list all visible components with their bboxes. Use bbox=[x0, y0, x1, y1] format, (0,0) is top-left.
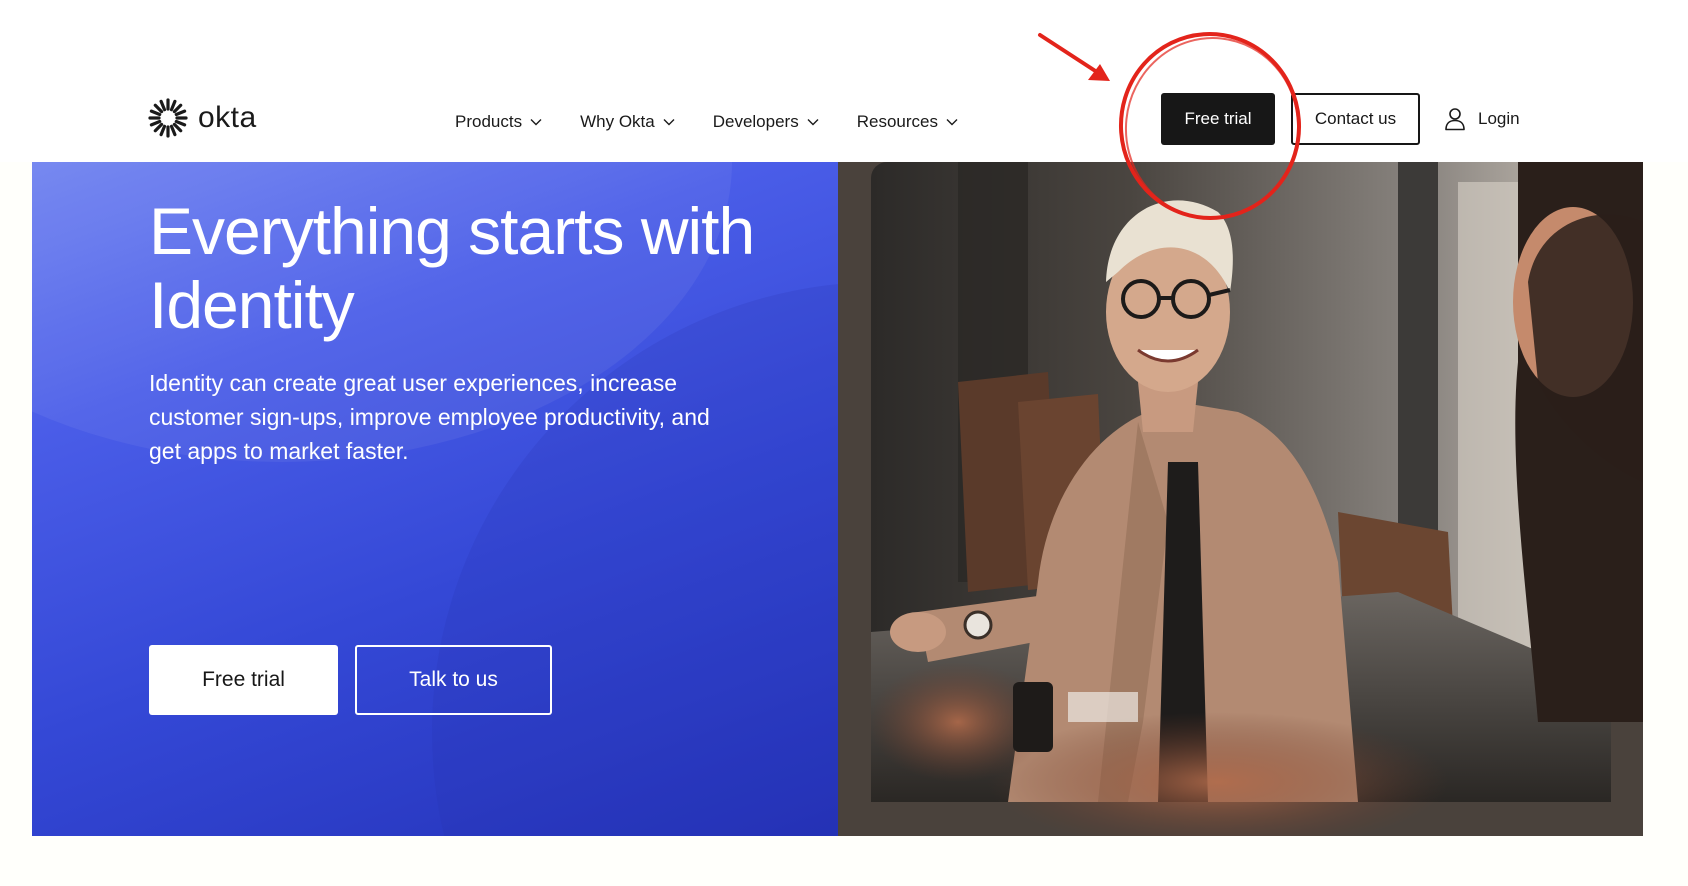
hero-section: Everything starts with Identity Identity… bbox=[32, 162, 1643, 836]
nav-item-resources[interactable]: Resources bbox=[857, 108, 958, 136]
hero-free-trial-button[interactable]: Free trial bbox=[149, 645, 338, 715]
hero-subtitle: Identity can create great user experienc… bbox=[149, 370, 710, 464]
hero-panel: Everything starts with Identity Identity… bbox=[32, 162, 838, 836]
logo-wordmark: okta bbox=[198, 101, 257, 134]
chevron-down-icon bbox=[946, 119, 958, 126]
user-icon bbox=[1445, 108, 1465, 131]
nav-item-developers[interactable]: Developers bbox=[713, 108, 819, 136]
nav-item-why-okta[interactable]: Why Okta bbox=[580, 108, 675, 136]
chevron-down-icon bbox=[807, 119, 819, 126]
hero-talk-to-us-button[interactable]: Talk to us bbox=[355, 645, 552, 715]
site-header: okta Products Why Okta Developers Resour… bbox=[0, 0, 1688, 162]
nav-item-label: Resources bbox=[856, 112, 938, 131]
chevron-down-icon bbox=[663, 119, 675, 126]
header-contact-button[interactable]: Contact us bbox=[1291, 93, 1420, 145]
header-free-trial-button[interactable]: Free trial bbox=[1161, 93, 1275, 145]
hero-title: Everything starts with Identity bbox=[149, 194, 755, 342]
nav-item-products[interactable]: Products bbox=[455, 108, 542, 136]
nav-item-label: Products bbox=[455, 112, 523, 131]
main-nav: Products Why Okta Developers Resources bbox=[455, 108, 996, 136]
office-photo bbox=[838, 162, 1643, 836]
chevron-down-icon bbox=[530, 119, 542, 126]
login-label: Login bbox=[1478, 109, 1520, 128]
okta-logo[interactable]: okta bbox=[148, 98, 257, 138]
hero-image bbox=[838, 162, 1643, 836]
login-link[interactable]: Login bbox=[1444, 107, 1520, 131]
nav-item-label: Why Okta bbox=[580, 112, 655, 131]
okta-sunburst-icon bbox=[148, 98, 188, 138]
nav-item-label: Developers bbox=[712, 112, 799, 131]
